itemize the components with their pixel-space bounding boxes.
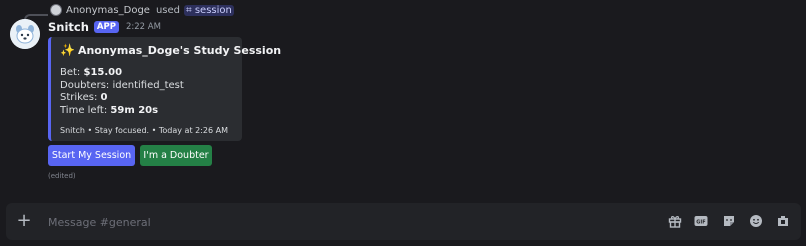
message-composer: + GIF (6, 203, 801, 240)
embed-fields: Bet: $15.00 Doubters: identified_test St… (60, 67, 234, 117)
app-badge: APP (93, 21, 119, 33)
gift-icon[interactable] (668, 214, 682, 228)
message-timestamp[interactable]: 2:22 AM (126, 22, 161, 32)
bot-avatar[interactable] (10, 19, 40, 49)
embed-footer: Snitch • Stay focused. • Today at 2:26 A… (60, 126, 229, 135)
field-value: 59m 20s (110, 104, 159, 116)
emoji-icon[interactable] (749, 214, 763, 228)
field-time-left: Time left: 59m 20s (60, 105, 234, 118)
field-label: Bet: (60, 67, 81, 78)
doubter-button[interactable]: I'm a Doubter (140, 145, 212, 166)
gif-icon[interactable]: GIF (694, 214, 708, 228)
slash-command[interactable]: ⌗ session (184, 4, 234, 16)
sticker-icon[interactable] (722, 214, 736, 228)
slash-command-name: session (194, 4, 232, 16)
slash-command-icon: ⌗ (186, 4, 195, 16)
session-embed: ✨ Anonymas_Doge's Study Session Bet: $15… (48, 37, 281, 141)
field-value: $15.00 (83, 67, 123, 78)
apps-icon[interactable] (776, 214, 790, 228)
start-session-button[interactable]: Start My Session (48, 145, 135, 166)
field-label: Time left: (60, 104, 108, 116)
sparkles-icon: ✨ (60, 43, 75, 57)
field-label: Strikes: (60, 92, 98, 103)
embed-title: ✨ Anonymas_Doge's Study Session (60, 43, 281, 57)
edited-label: (edited) (48, 172, 76, 180)
reply-avatar[interactable] (50, 4, 62, 16)
embed-title-text: Anonymas_Doge's Study Session (77, 43, 282, 57)
reply-username[interactable]: Anonymas_Doge (66, 5, 150, 16)
field-strikes: Strikes: 0 (60, 92, 234, 105)
message-input[interactable] (46, 212, 610, 232)
reply-used-text: used (155, 4, 181, 16)
svg-text:GIF: GIF (696, 220, 705, 226)
add-attachment-icon[interactable]: + (14, 211, 34, 231)
field-value: 0 (100, 92, 108, 103)
bot-name[interactable]: Snitch (48, 20, 89, 34)
field-value: identified_test (112, 79, 184, 91)
field-label: Doubters: (60, 79, 110, 91)
field-doubters: Doubters: identified_test (60, 80, 234, 93)
field-bet: Bet: $15.00 (60, 67, 234, 80)
message-header: Snitch APP 2:22 AM (48, 20, 161, 34)
